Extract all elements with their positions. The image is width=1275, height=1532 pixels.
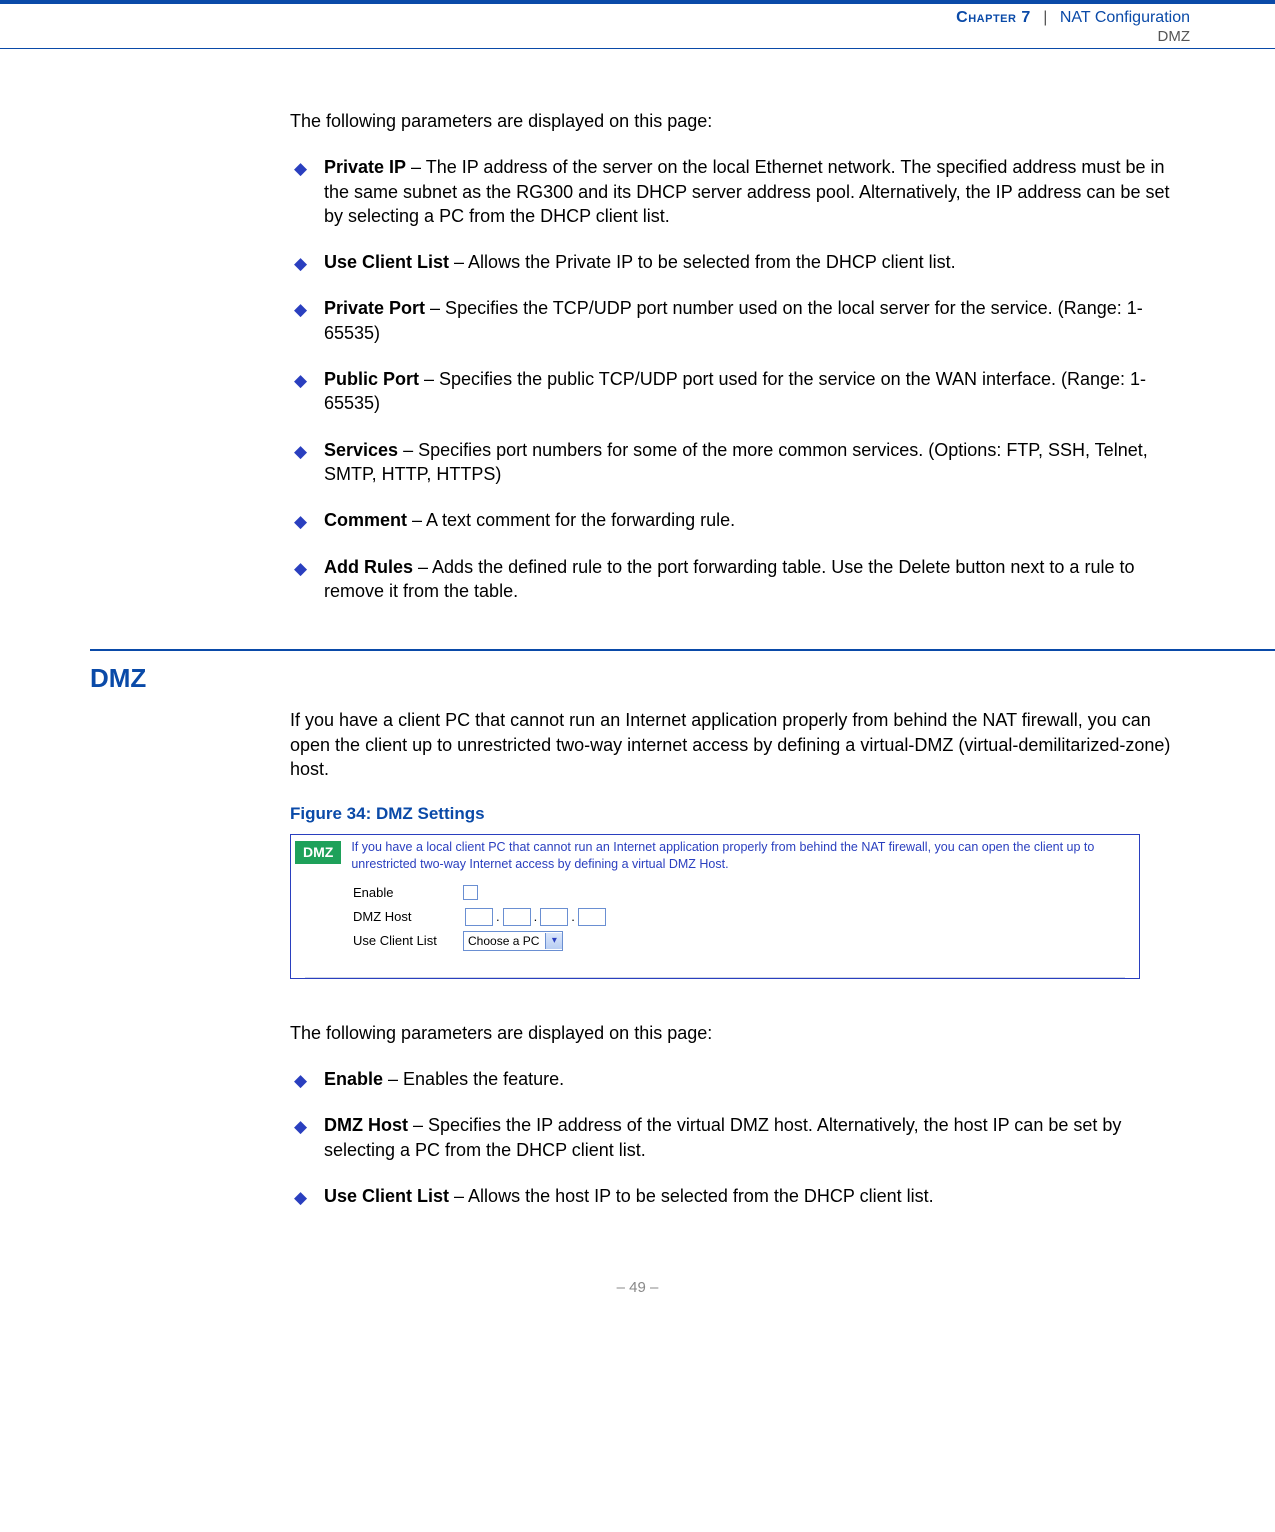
header-sep: | (1043, 9, 1047, 26)
list-item: ◆ Add Rules – Adds the defined rule to t… (290, 555, 1185, 604)
figure-description: If you have a local client PC that canno… (351, 839, 1139, 873)
list-item: ◆ Enable – Enables the feature. (290, 1067, 1185, 1091)
enable-checkbox[interactable] (463, 885, 478, 900)
diamond-bullet-icon: ◆ (294, 558, 307, 581)
param-term: Add Rules (324, 557, 413, 577)
diamond-bullet-icon: ◆ (294, 253, 307, 276)
parameter-list-1: ◆ Private IP – The IP address of the ser… (290, 155, 1185, 603)
param-desc: – Enables the feature. (383, 1069, 564, 1089)
intro-paragraph-2: The following parameters are displayed o… (290, 1021, 1185, 1045)
intro-paragraph-1: The following parameters are displayed o… (290, 109, 1185, 133)
param-desc: – Specifies the IP address of the virtua… (324, 1115, 1121, 1159)
field-label-dmz-host: DMZ Host (353, 908, 463, 926)
param-term: Comment (324, 510, 407, 530)
header-subtitle: DMZ (956, 28, 1190, 47)
dmz-badge: DMZ (295, 841, 341, 864)
param-term: Use Client List (324, 252, 449, 272)
figure-inner-divider (305, 977, 1125, 978)
chapter-label: Chapter 7 (956, 9, 1031, 26)
diamond-bullet-icon: ◆ (294, 1116, 307, 1139)
list-item: ◆ DMZ Host – Specifies the IP address of… (290, 1113, 1185, 1162)
list-item: ◆ Private Port – Specifies the TCP/UDP p… (290, 296, 1185, 345)
param-desc: – Specifies the public TCP/UDP port used… (324, 369, 1146, 413)
param-desc: – Allows the Private IP to be selected f… (449, 252, 956, 272)
param-term: Services (324, 440, 398, 460)
param-term: Enable (324, 1069, 383, 1089)
dot-icon: . (496, 908, 500, 926)
page-header-text: Chapter 7 | NAT Configuration DMZ (956, 8, 1190, 47)
ip-octet-3[interactable] (540, 908, 568, 926)
parameter-list-2: ◆ Enable – Enables the feature. ◆ DMZ Ho… (290, 1067, 1185, 1208)
list-item: ◆ Comment – A text comment for the forwa… (290, 508, 1185, 532)
list-item: ◆ Use Client List – Allows the Private I… (290, 250, 1185, 274)
diamond-bullet-icon: ◆ (294, 1187, 307, 1210)
list-item: ◆ Public Port – Specifies the public TCP… (290, 367, 1185, 416)
document-page: Chapter 7 | NAT Configuration DMZ The fo… (0, 0, 1275, 1339)
ip-octet-2[interactable] (503, 908, 531, 926)
page-number: – 49 – (0, 1278, 1275, 1298)
param-term: DMZ Host (324, 1115, 408, 1135)
figure-caption: Figure 34: DMZ Settings (290, 803, 1185, 826)
select-value: Choose a PC (468, 933, 539, 949)
param-desc: – Adds the defined rule to the port forw… (324, 557, 1134, 601)
diamond-bullet-icon: ◆ (294, 1070, 307, 1093)
dot-icon: . (534, 908, 538, 926)
param-term: Private Port (324, 298, 425, 318)
diamond-bullet-icon: ◆ (294, 370, 307, 393)
param-desc: – Allows the host IP to be selected from… (449, 1186, 934, 1206)
diamond-bullet-icon: ◆ (294, 441, 307, 464)
list-item: ◆ Private IP – The IP address of the ser… (290, 155, 1185, 228)
figure-fields: Enable DMZ Host . . . Use Client List Ch… (291, 879, 1139, 971)
param-term: Private IP (324, 157, 406, 177)
section-heading-dmz: DMZ (90, 661, 1275, 696)
chapter-title: NAT Configuration (1060, 9, 1190, 26)
figure-dmz-settings: DMZ If you have a local client PC that c… (290, 834, 1140, 979)
param-desc: – Specifies port numbers for some of the… (324, 440, 1148, 484)
param-desc: – Specifies the TCP/UDP port number used… (324, 298, 1143, 342)
list-item: ◆ Use Client List – Allows the host IP t… (290, 1184, 1185, 1208)
field-label-use-client: Use Client List (353, 932, 463, 950)
dot-icon: . (571, 908, 575, 926)
param-term: Use Client List (324, 1186, 449, 1206)
chevron-down-icon: ▾ (545, 933, 562, 949)
param-desc: – A text comment for the forwarding rule… (407, 510, 735, 530)
diamond-bullet-icon: ◆ (294, 511, 307, 534)
field-label-enable: Enable (353, 884, 463, 902)
param-term: Public Port (324, 369, 419, 389)
list-item: ◆ Services – Specifies port numbers for … (290, 438, 1185, 487)
page-header-bar: Chapter 7 | NAT Configuration DMZ (0, 0, 1275, 49)
diamond-bullet-icon: ◆ (294, 158, 307, 181)
diamond-bullet-icon: ◆ (294, 299, 307, 322)
param-desc: – The IP address of the server on the lo… (324, 157, 1169, 226)
ip-octet-4[interactable] (578, 908, 606, 926)
client-list-select[interactable]: Choose a PC ▾ (463, 931, 563, 951)
section-paragraph: If you have a client PC that cannot run … (290, 708, 1185, 781)
section-divider (90, 649, 1275, 651)
ip-octet-1[interactable] (465, 908, 493, 926)
